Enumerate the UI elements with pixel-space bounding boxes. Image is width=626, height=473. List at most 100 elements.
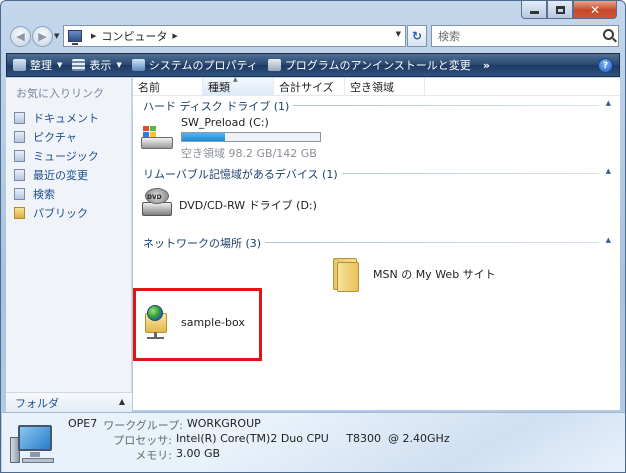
column-headers: 名前 ▲ 種類 合計サイズ 空き領域 [133, 76, 620, 96]
favorite-links-header: お気に入りリンク [16, 87, 104, 100]
view-button[interactable]: 表示 ▼ [72, 57, 122, 73]
refresh-icon: ↻ [411, 29, 423, 43]
organize-button[interactable]: 整理 ▼ [13, 57, 62, 73]
pictures-icon [14, 130, 25, 143]
drive-c[interactable]: SW_Preload (C:) 空き領域 98.2 GB/142 GB [139, 116, 321, 161]
back-arrow-icon: ◀ [16, 30, 25, 43]
collapse-icon[interactable]: ▲ [606, 99, 611, 107]
close-icon: ✕ [589, 2, 601, 17]
sidebar-item-label: パブリック [33, 206, 88, 220]
computer-name: OPE7 [68, 417, 98, 430]
view-label: 表示 [89, 59, 112, 72]
group-title: ネットワークの場所 (3) [143, 235, 266, 251]
search-placeholder: 検索 [438, 30, 460, 43]
forward-arrow-icon: ▶ [38, 30, 47, 43]
computer-icon [68, 30, 82, 45]
public-folder-icon [14, 206, 25, 219]
navigation-pane: お気に入りリンク ドキュメント ピクチャ ミュージック 最近の変更 検索 パブリ… [6, 78, 132, 410]
forward-button[interactable]: ▶ [32, 26, 53, 47]
music-icon [14, 149, 25, 162]
computer-icon [10, 423, 56, 465]
column-header-type[interactable]: ▲ 種類 [203, 76, 274, 96]
memory-value: 3.00 GB [176, 447, 221, 460]
uninstall-programs-label: プログラムのアンインストールと変更 [284, 59, 471, 72]
sidebar-item-label: ドキュメント [33, 111, 99, 125]
workgroup-value: WORKGROUP [186, 417, 261, 430]
sidebar-item-recent-changes[interactable]: 最近の変更 [6, 165, 131, 184]
column-header-total-size[interactable]: 合計サイズ [274, 78, 345, 96]
chevron-down-icon: ▼ [116, 61, 122, 69]
processor-row: プロセッサ: Intel(R) Core(TM)2 Duo CPU T8300 … [92, 432, 450, 448]
folders-toggle[interactable]: フォルダ ▲ [6, 392, 132, 412]
toolbar-overflow-button[interactable]: » [483, 59, 490, 72]
programs-icon [267, 59, 281, 71]
network-item-label: MSN の My Web サイト [373, 268, 496, 281]
sidebar-item-label: ミュージック [33, 149, 99, 163]
hard-disk-icon [139, 124, 175, 154]
close-button[interactable]: ✕ [573, 1, 617, 19]
organize-label: 整理 [30, 59, 52, 72]
group-removable-storage[interactable]: リムーバブル記憶域があるデバイス (1) ▲ [133, 166, 617, 182]
workgroup-label: ワークグループ: [103, 419, 183, 432]
minimize-button[interactable] [521, 1, 547, 19]
views-icon [72, 59, 86, 71]
column-header-name[interactable]: 名前 [133, 78, 203, 96]
processor-label: プロセッサ: [113, 434, 172, 447]
documents-icon [14, 111, 25, 124]
help-button[interactable]: ? [598, 58, 613, 73]
recent-pages-dropdown[interactable]: ▼ [54, 32, 59, 40]
computer-name-row: OPE7 ワークグループ: WORKGROUP [68, 417, 261, 433]
processor-value: Intel(R) Core(TM)2 Duo CPU T8300 @ 2.40G… [176, 432, 450, 445]
recent-changes-icon [14, 168, 25, 181]
disk-usage-bar [181, 132, 321, 142]
uninstall-programs-button[interactable]: プログラムのアンインストールと変更 [267, 57, 471, 73]
search-folder-icon [14, 187, 25, 200]
search-input[interactable]: 検索 [431, 25, 619, 47]
sidebar-item-label: 最近の変更 [33, 168, 88, 182]
collapse-icon[interactable]: ▲ [606, 236, 611, 244]
minimize-icon [529, 11, 539, 14]
chevron-up-icon: ▲ [118, 397, 125, 406]
breadcrumb-separator-icon[interactable]: ▶ [91, 32, 96, 40]
maximize-icon [555, 5, 565, 14]
group-network-locations[interactable]: ネットワークの場所 (3) ▲ [133, 235, 617, 251]
organize-icon [13, 59, 26, 71]
address-dropdown-icon[interactable]: ▼ [396, 30, 401, 38]
sidebar-item-searches[interactable]: 検索 [6, 184, 131, 203]
explorer-window: ✕ ◀ ▶ ▼ ▶ コンピュータ ▶ ▼ ↻ 検索 整理 ▼ 表示 ▼ システム… [0, 0, 626, 473]
maximize-button[interactable] [547, 1, 573, 19]
sidebar-item-label: 検索 [33, 187, 55, 201]
search-icon[interactable] [603, 29, 614, 40]
collapse-icon[interactable]: ▲ [606, 167, 611, 175]
command-bar: 整理 ▼ 表示 ▼ システムのプロパティ プログラムのアンインストールと変更 »… [6, 53, 620, 77]
favorite-links-list: ドキュメント ピクチャ ミュージック 最近の変更 検索 パブリック [6, 108, 131, 222]
disk-usage-fill [182, 133, 225, 141]
sidebar-item-public[interactable]: パブリック [6, 203, 131, 222]
breadcrumb-separator-icon[interactable]: ▶ [172, 32, 177, 40]
folders-label: フォルダ [15, 396, 59, 410]
drive-d[interactable]: DVD DVD/CD-RW ドライブ (D:) [141, 188, 317, 222]
group-hard-disk-drives[interactable]: ハード ディスク ドライブ (1) ▲ [133, 98, 617, 114]
back-button[interactable]: ◀ [10, 26, 31, 47]
details-pane: OPE7 ワークグループ: WORKGROUP プロセッサ: Intel(R) … [2, 412, 625, 472]
sidebar-item-label: ピクチャ [33, 130, 77, 144]
drive-name: SW_Preload (C:) [181, 116, 269, 129]
group-title: ハード ディスク ドライブ (1) [143, 98, 294, 114]
address-bar[interactable]: ▶ コンピュータ ▶ ▼ [63, 25, 406, 47]
caption-buttons: ✕ [521, 1, 617, 19]
help-icon: ? [602, 60, 609, 71]
sidebar-item-documents[interactable]: ドキュメント [6, 108, 131, 127]
network-item-msn-web-site[interactable]: MSN の My Web サイト [331, 256, 496, 292]
refresh-button[interactable]: ↻ [407, 25, 427, 47]
drive-name: DVD/CD-RW ドライブ (D:) [179, 199, 317, 212]
system-properties-icon [131, 59, 145, 71]
breadcrumb-computer[interactable]: コンピュータ [101, 28, 167, 44]
drive-free-space: 空き領域 98.2 GB/142 GB [181, 147, 317, 160]
sidebar-item-pictures[interactable]: ピクチャ [6, 127, 131, 146]
sort-ascending-icon: ▲ [233, 76, 238, 83]
sidebar-item-music[interactable]: ミュージック [6, 146, 131, 165]
column-header-free-space[interactable]: 空き領域 [345, 78, 425, 96]
memory-row: メモリ: 3.00 GB [92, 447, 220, 463]
system-properties-button[interactable]: システムのプロパティ [131, 57, 258, 73]
highlight-box [133, 288, 262, 361]
